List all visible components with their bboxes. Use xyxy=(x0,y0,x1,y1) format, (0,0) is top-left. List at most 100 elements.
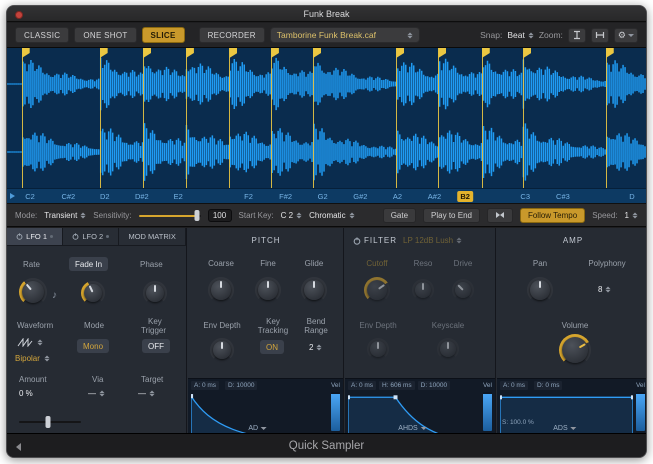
start-key-select[interactable]: C 2 xyxy=(281,211,302,220)
key-label-A2[interactable]: A2 xyxy=(393,191,402,202)
envelope-field[interactable]: A: 0 ms xyxy=(191,381,219,390)
tab-lfo1[interactable]: LFO 1 xyxy=(7,228,63,245)
slice-marker[interactable] xyxy=(22,48,23,188)
lfo-waveform-select[interactable] xyxy=(17,338,43,347)
slice-marker[interactable] xyxy=(482,48,483,188)
mode-button-recorder[interactable]: RECORDER xyxy=(199,27,265,43)
close-button[interactable] xyxy=(15,11,23,19)
key-label-Cs3[interactable]: C#3 xyxy=(556,191,570,202)
lfo-mode-select[interactable]: Mono xyxy=(77,339,109,353)
filter-env-depth-knob[interactable] xyxy=(367,338,389,360)
snap-select[interactable]: Beat xyxy=(507,30,534,40)
envelope-field[interactable]: D: 10000 xyxy=(418,381,450,390)
slider-handle[interactable] xyxy=(46,416,51,428)
fine-knob[interactable] xyxy=(255,277,281,303)
pitch-env-depth-knob[interactable] xyxy=(210,338,234,362)
slice-marker[interactable] xyxy=(606,48,607,188)
key-label-G2[interactable]: G2 xyxy=(318,191,328,202)
bend-range-select[interactable]: 2 xyxy=(309,343,322,352)
amp-envelope[interactable]: A: 0 msD: 0 ms Vel S: 100.0 % ADS xyxy=(497,378,647,434)
sensitivity-value[interactable]: 100 xyxy=(208,209,232,222)
key-label-B2[interactable]: B2 xyxy=(457,191,473,202)
flex-button[interactable] xyxy=(487,208,513,223)
slice-marker[interactable] xyxy=(143,48,144,188)
sample-name-select[interactable]: Tamborine Funk Break.caf xyxy=(270,27,420,43)
envelope-field[interactable]: D: 10000 xyxy=(225,381,257,390)
key-label-As2[interactable]: A#2 xyxy=(428,191,441,202)
cutoff-knob[interactable] xyxy=(364,277,390,303)
waveform-display[interactable] xyxy=(7,48,646,188)
key-label-Cs2[interactable]: C#2 xyxy=(61,191,75,202)
slice-marker[interactable] xyxy=(523,48,524,188)
note-icon[interactable]: ♪ xyxy=(52,290,57,301)
envelope-field[interactable]: H: 606 ms xyxy=(379,381,415,390)
slice-mode-select[interactable]: Transient xyxy=(44,211,86,220)
fade-in-knob[interactable] xyxy=(81,281,105,305)
tab-mod-matrix[interactable]: MOD MATRIX xyxy=(119,228,186,245)
filter-power-icon[interactable] xyxy=(353,237,361,245)
drive-knob[interactable] xyxy=(452,279,474,301)
key-label-Ds2[interactable]: D#2 xyxy=(135,191,149,202)
tab-lfo2[interactable]: LFO 2 xyxy=(63,228,119,245)
key-label-Fs2[interactable]: F#2 xyxy=(279,191,292,202)
lfo-amount-slider[interactable] xyxy=(19,416,81,428)
rate-knob[interactable] xyxy=(19,278,47,306)
key-trigger-button[interactable]: OFF xyxy=(142,339,170,353)
volume-knob[interactable] xyxy=(559,334,591,366)
play-to-end-button[interactable]: Play to End xyxy=(423,208,480,223)
phase-knob[interactable] xyxy=(143,281,167,305)
envelope-field[interactable]: A: 0 ms xyxy=(500,381,528,390)
envelope-mode-select[interactable]: AD xyxy=(248,425,267,432)
target-select[interactable]: — xyxy=(138,389,155,398)
slider-handle[interactable] xyxy=(195,210,200,221)
key-label-F2[interactable]: F2 xyxy=(244,191,253,202)
slice-marker[interactable] xyxy=(100,48,101,188)
polyphony-select[interactable]: 8 xyxy=(598,285,611,294)
zoom-horizontal-button[interactable] xyxy=(591,28,609,43)
lfo-fade-mode-select[interactable]: Fade In xyxy=(69,257,108,271)
key-label-Gs2[interactable]: G#2 xyxy=(353,191,367,202)
vel-slider[interactable] xyxy=(483,392,492,431)
filter-envelope[interactable]: A: 0 msH: 606 msD: 10000 Vel AHDS xyxy=(345,378,495,434)
coarse-knob[interactable] xyxy=(208,277,234,303)
reso-knob[interactable] xyxy=(412,279,434,301)
slice-marker[interactable] xyxy=(313,48,314,188)
vel-slider[interactable] xyxy=(331,392,340,431)
speed-select[interactable]: 1 xyxy=(625,211,638,220)
key-row-left-arrow[interactable] xyxy=(10,193,15,199)
zoom-vertical-button[interactable] xyxy=(568,28,586,43)
key-label-D[interactable]: D xyxy=(629,191,634,202)
key-label-C2[interactable]: C2 xyxy=(25,191,35,202)
slice-marker[interactable] xyxy=(438,48,439,188)
slice-marker[interactable] xyxy=(396,48,397,188)
via-select[interactable]: — xyxy=(88,389,105,398)
follow-tempo-button[interactable]: Follow Tempo xyxy=(520,208,585,223)
mapping-select[interactable]: Chromatic xyxy=(309,211,354,220)
amount-value[interactable]: 0 % xyxy=(19,389,33,398)
key-label-E2[interactable]: E2 xyxy=(174,191,183,202)
back-arrow-icon[interactable] xyxy=(16,443,21,451)
gate-button[interactable]: Gate xyxy=(383,208,416,223)
sustain-value[interactable]: S: 100.0 % xyxy=(502,419,534,426)
envelope-mode-select[interactable]: ADS xyxy=(553,425,576,432)
keyscale-knob[interactable] xyxy=(437,338,459,360)
pan-knob[interactable] xyxy=(527,277,553,303)
mode-button-classic[interactable]: CLASSIC xyxy=(15,27,69,43)
key-tracking-button[interactable]: ON xyxy=(260,340,284,354)
key-label-D2[interactable]: D2 xyxy=(100,191,110,202)
sensitivity-slider[interactable] xyxy=(139,210,201,221)
mode-button-oneshot[interactable]: ONE SHOT xyxy=(74,27,136,43)
mode-button-slice[interactable]: SLICE xyxy=(142,27,185,43)
pitch-envelope[interactable]: A: 0 msD: 10000 Vel AD xyxy=(188,378,343,434)
settings-menu-button[interactable]: ⚙ xyxy=(614,28,638,43)
slice-marker[interactable] xyxy=(271,48,272,188)
slice-marker[interactable] xyxy=(229,48,230,188)
vel-slider[interactable] xyxy=(636,392,645,431)
slice-marker[interactable] xyxy=(186,48,187,188)
filter-type-select[interactable]: LP 12dB Lush xyxy=(403,236,462,245)
key-label-C3[interactable]: C3 xyxy=(520,191,530,202)
envelope-field[interactable]: A: 0 ms xyxy=(348,381,376,390)
glide-knob[interactable] xyxy=(301,277,327,303)
envelope-mode-select[interactable]: AHDS xyxy=(398,425,426,432)
envelope-field[interactable]: D: 0 ms xyxy=(534,381,562,390)
